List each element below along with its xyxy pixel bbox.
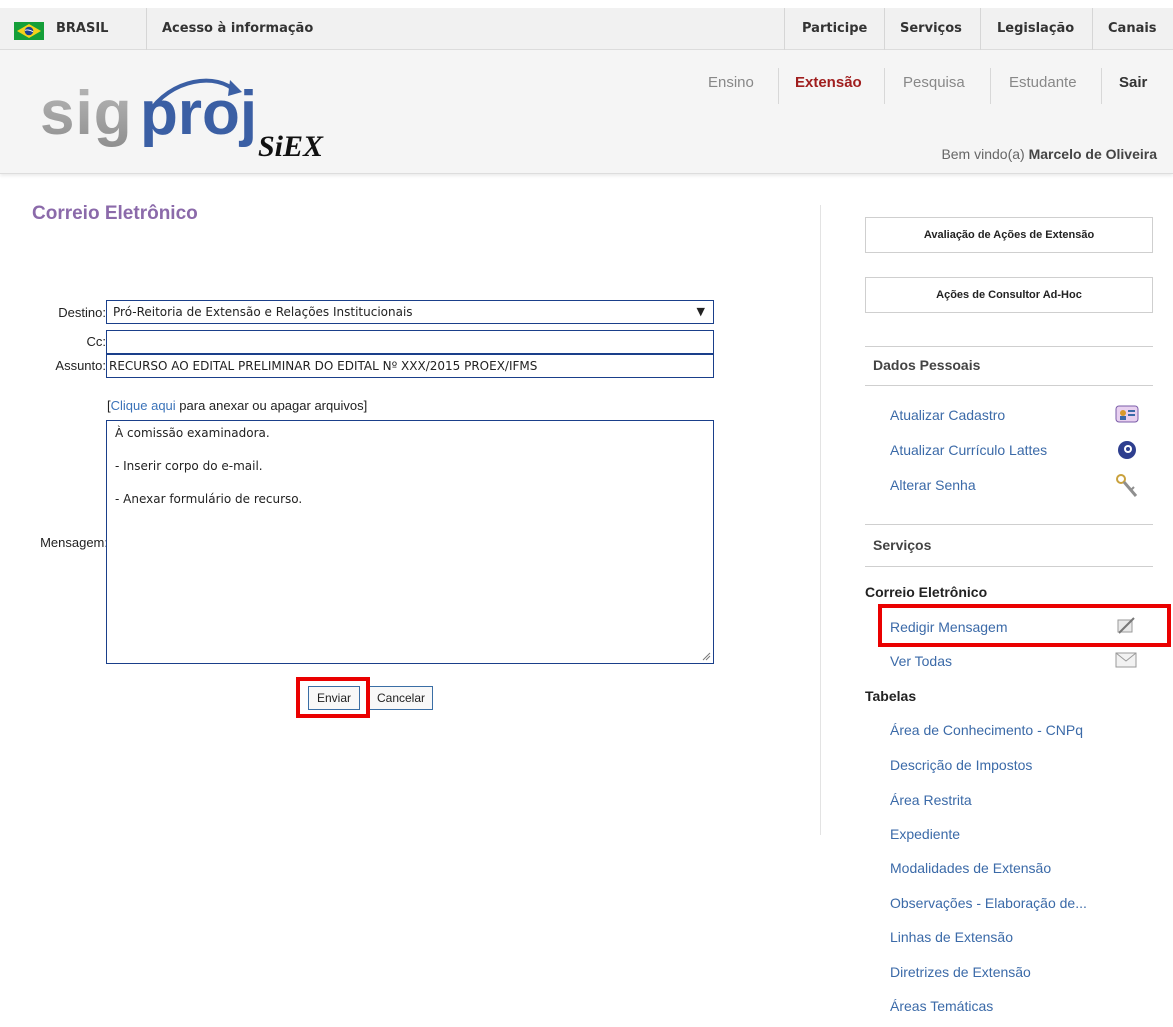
destino-label: Destino: <box>58 305 106 320</box>
page-title: Correio Eletrônico <box>32 203 198 224</box>
destino-selected-value: Pró-Reitoria de Extensão e Relações Inst… <box>113 305 413 319</box>
brazil-flag-icon <box>14 22 44 40</box>
gov-servicos-link[interactable]: Serviços <box>900 8 962 50</box>
gov-bar: BRASIL Acesso à informação Participe Ser… <box>0 0 1173 50</box>
nav-sair[interactable]: Sair <box>1119 68 1147 104</box>
dados-pessoais-heading: Dados Pessoais <box>873 357 981 373</box>
nav-pesquisa[interactable]: Pesquisa <box>903 68 965 104</box>
atualizar-curriculo-lattes-link[interactable]: Atualizar Currículo Lattes <box>890 442 1047 458</box>
message-line: - Anexar formulário de recurso. <box>115 492 303 506</box>
lattes-icon[interactable] <box>1116 439 1138 466</box>
sidebar-item-observacoes[interactable]: Observações - Elaboração de... <box>890 895 1087 911</box>
gov-canais-link[interactable]: Canais <box>1108 8 1157 50</box>
gov-country-link[interactable]: BRASIL <box>56 8 108 50</box>
welcome-message: Bem vindo(a) Marcelo de Oliveira <box>941 146 1157 162</box>
message-line: À comissão examinadora. <box>115 426 270 440</box>
assunto-input[interactable]: RECURSO AO EDITAL PRELIMINAR DO EDITAL N… <box>106 354 714 378</box>
mensagem-textarea[interactable]: À comissão examinadora. - Inserir corpo … <box>106 420 714 664</box>
siex-logo-text: SiEX <box>258 130 324 163</box>
keys-icon[interactable] <box>1115 473 1139 504</box>
sidebar-item-linhas-extensao[interactable]: Linhas de Extensão <box>890 929 1013 945</box>
sidebar-item-expediente[interactable]: Expediente <box>890 826 960 842</box>
mail-icon[interactable] <box>1115 651 1137 674</box>
mensagem-label: Mensagem: <box>40 535 108 550</box>
sidebar-item-areas-tematicas[interactable]: Áreas Temáticas <box>890 998 993 1014</box>
nav-estudante[interactable]: Estudante <box>1009 68 1077 104</box>
ver-todas-link[interactable]: Ver Todas <box>890 653 952 669</box>
sidebar-item-area-conhecimento[interactable]: Área de Conhecimento - CNPq <box>890 722 1083 738</box>
gov-participe-link[interactable]: Participe <box>802 8 867 50</box>
sidebar-item-diretrizes-extensao[interactable]: Diretrizes de Extensão <box>890 964 1031 980</box>
cancel-button[interactable]: Cancelar <box>369 686 433 710</box>
resize-handle-icon <box>702 652 711 661</box>
gov-access-info-link[interactable]: Acesso à informação <box>162 8 313 50</box>
message-line: - Inserir corpo do e-mail. <box>115 459 263 473</box>
nav-extensao[interactable]: Extensão <box>795 68 862 104</box>
correio-eletronico-heading: Correio Eletrônico <box>865 584 988 600</box>
sidebar-item-descricao-impostos[interactable]: Descrição de Impostos <box>890 757 1032 773</box>
cc-label: Cc: <box>86 334 107 349</box>
highlight-send-button <box>296 677 370 718</box>
avaliacao-acoes-button[interactable]: Avaliação de Ações de Extensão <box>865 217 1153 253</box>
assunto-label: Assunto: <box>55 358 106 373</box>
sidebar-item-area-restrita[interactable]: Área Restrita <box>890 792 972 808</box>
sidebar-item-modalidades-extensao[interactable]: Modalidades de Extensão <box>890 860 1051 876</box>
attach-files-link[interactable]: Clique aqui <box>111 398 176 413</box>
servicos-heading: Serviços <box>873 537 932 553</box>
cc-input[interactable] <box>106 330 714 354</box>
id-card-icon[interactable] <box>1115 404 1139 429</box>
chevron-down-icon: ▼ <box>696 305 705 318</box>
user-name: Marcelo de Oliveira <box>1028 146 1157 162</box>
nav-ensino[interactable]: Ensino <box>708 68 754 104</box>
destino-select[interactable]: Pró-Reitoria de Extensão e Relações Inst… <box>106 300 714 324</box>
alterar-senha-link[interactable]: Alterar Senha <box>890 477 976 493</box>
atualizar-cadastro-link[interactable]: Atualizar Cadastro <box>890 407 1005 423</box>
welcome-prefix: Bem vindo(a) <box>941 146 1025 162</box>
acoes-consultor-button[interactable]: Ações de Consultor Ad-Hoc <box>865 277 1153 313</box>
sidebar-divider <box>820 205 821 835</box>
attach-files-text: [Clique aqui para anexar ou apagar arqui… <box>107 398 368 413</box>
tabelas-heading: Tabelas <box>865 688 917 704</box>
site-header: sig proj SiEX Ensino Extensão Pesquisa E… <box>0 50 1173 174</box>
gov-legislacao-link[interactable]: Legislação <box>997 8 1074 50</box>
highlight-redigir-mensagem <box>878 604 1171 647</box>
main-nav: Ensino Extensão Pesquisa Estudante Sair <box>0 68 1173 104</box>
